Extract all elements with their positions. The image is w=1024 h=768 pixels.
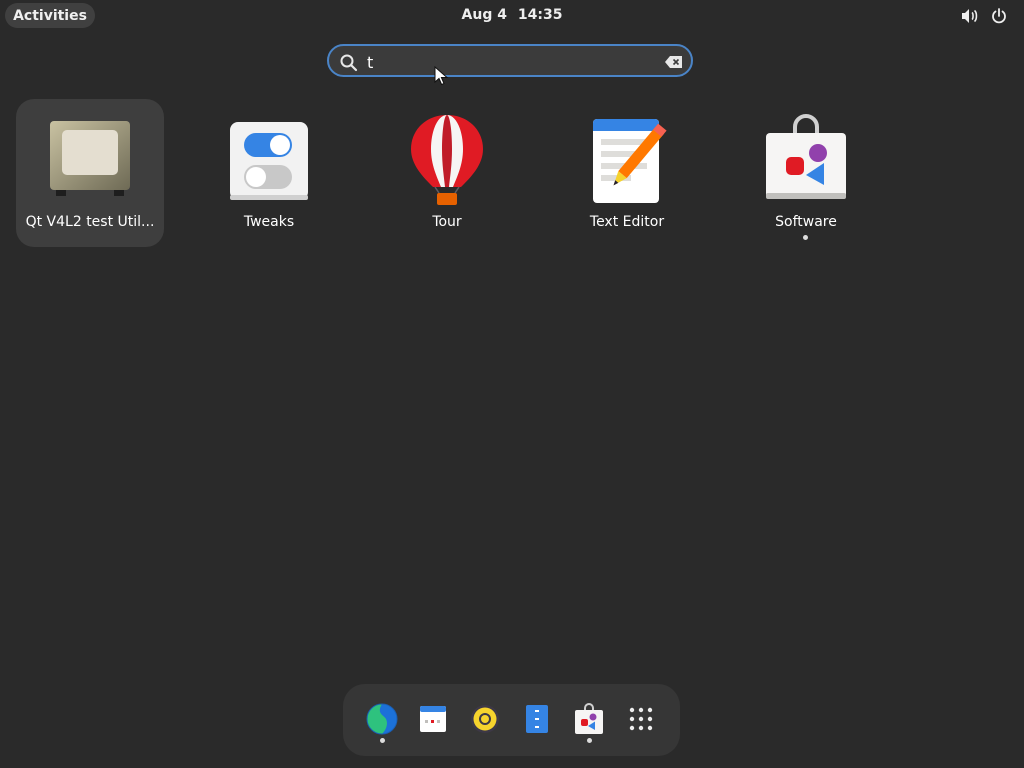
- app-label: Software: [775, 214, 837, 230]
- running-indicator: [587, 738, 592, 743]
- result-tour[interactable]: Tour: [373, 99, 521, 247]
- app-label: Tweaks: [243, 214, 295, 230]
- result-text-editor[interactable]: Text Editor: [553, 99, 701, 247]
- result-software[interactable]: Software: [732, 99, 880, 247]
- tweaks-icon: [229, 113, 309, 205]
- volume-icon[interactable]: [960, 6, 980, 26]
- search-input[interactable]: [367, 51, 657, 73]
- software-bag-icon: [766, 113, 846, 205]
- app-label: Qt V4L2 test Util...: [25, 214, 155, 230]
- app-label: Text Editor: [589, 214, 665, 230]
- clock-date: Aug 4: [461, 7, 507, 23]
- result-qt-v4l2[interactable]: Qt V4L2 test Util...: [16, 99, 164, 247]
- search-entry[interactable]: [327, 44, 693, 77]
- search-icon: [339, 53, 359, 73]
- text-editor-icon: [587, 113, 667, 205]
- music-player-icon[interactable]: [468, 702, 502, 736]
- webcam-app-icon: [50, 113, 130, 205]
- app-grid-icon[interactable]: [624, 702, 658, 736]
- clock-time: 14:35: [517, 7, 563, 23]
- mouse-pointer-icon: [434, 65, 449, 86]
- power-icon[interactable]: [989, 6, 1009, 26]
- calendar-icon[interactable]: [416, 702, 450, 736]
- app-label: Tour: [432, 214, 462, 230]
- web-browser-icon[interactable]: [365, 702, 399, 736]
- result-tweaks[interactable]: Tweaks: [195, 99, 343, 247]
- software-bag-icon[interactable]: [572, 702, 606, 736]
- running-indicator: [380, 738, 385, 743]
- dash: [343, 684, 680, 756]
- running-indicator: [803, 235, 808, 240]
- top-bar: Activities Aug 4 14:35: [0, 0, 1024, 32]
- files-icon[interactable]: [520, 702, 554, 736]
- balloon-icon: [407, 113, 487, 205]
- clear-icon[interactable]: [665, 54, 683, 68]
- clock[interactable]: Aug 4 14:35: [0, 7, 1024, 23]
